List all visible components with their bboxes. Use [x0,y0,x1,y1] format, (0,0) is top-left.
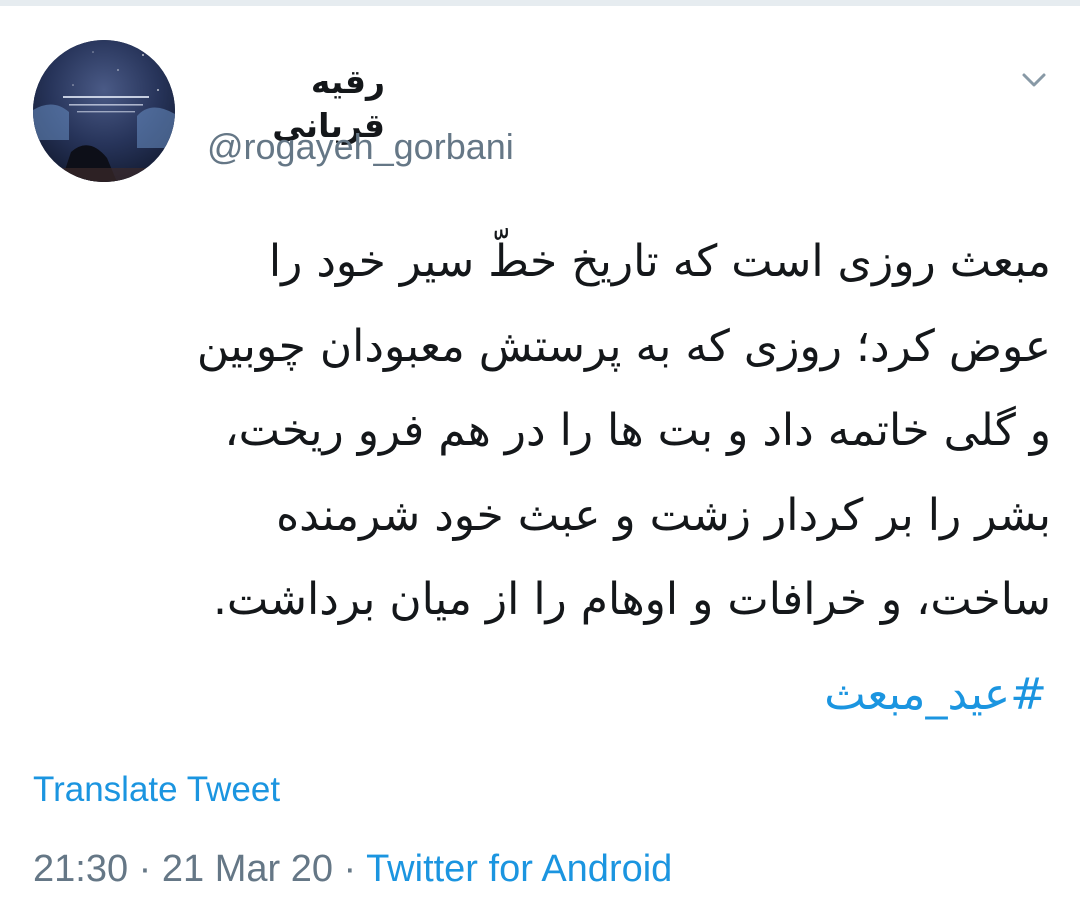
tweet-source-link[interactable]: Twitter for Android [366,848,672,890]
tweet-text-line: و گلی خاتمه داد و بت ها را در هم فرو ریخ… [224,405,1051,456]
avatar[interactable] [33,40,175,182]
avatar-image [33,40,175,182]
user-handle[interactable]: @rogayeh_gorbani [207,124,514,170]
hashtag-link[interactable]: #عید_مبعث [33,662,1047,728]
meta-separator: · [343,848,357,890]
meta-separator: · [138,848,152,890]
tweet-text-line: مبعث روزی است که تاریخ خطّ سیر خود را [268,236,1051,287]
tweet-text-line: عوض کرد؛ روزی که به پرستش معبودان چوبین [196,320,1051,372]
tweet-text-line: ساخت، و خرافات و اوهام را از میان برداشت… [212,574,1051,625]
tweet-metadata: 21:30 · 21 Mar 20 · Twitter for Android [33,846,672,892]
top-divider [0,0,1080,6]
tweet-text-line: بشر را بر کردار زشت و عبث خود شرمنده [276,489,1051,541]
chevron-down-icon[interactable] [1016,62,1052,98]
tweet-date[interactable]: 21 Mar 20 [162,848,333,890]
translate-tweet-link[interactable]: Translate Tweet [33,768,280,812]
tweet-text: مبعث روزی است که تاریخ خطّ سیر خود را عو… [33,220,1051,643]
tweet-time[interactable]: 21:30 [33,848,128,890]
